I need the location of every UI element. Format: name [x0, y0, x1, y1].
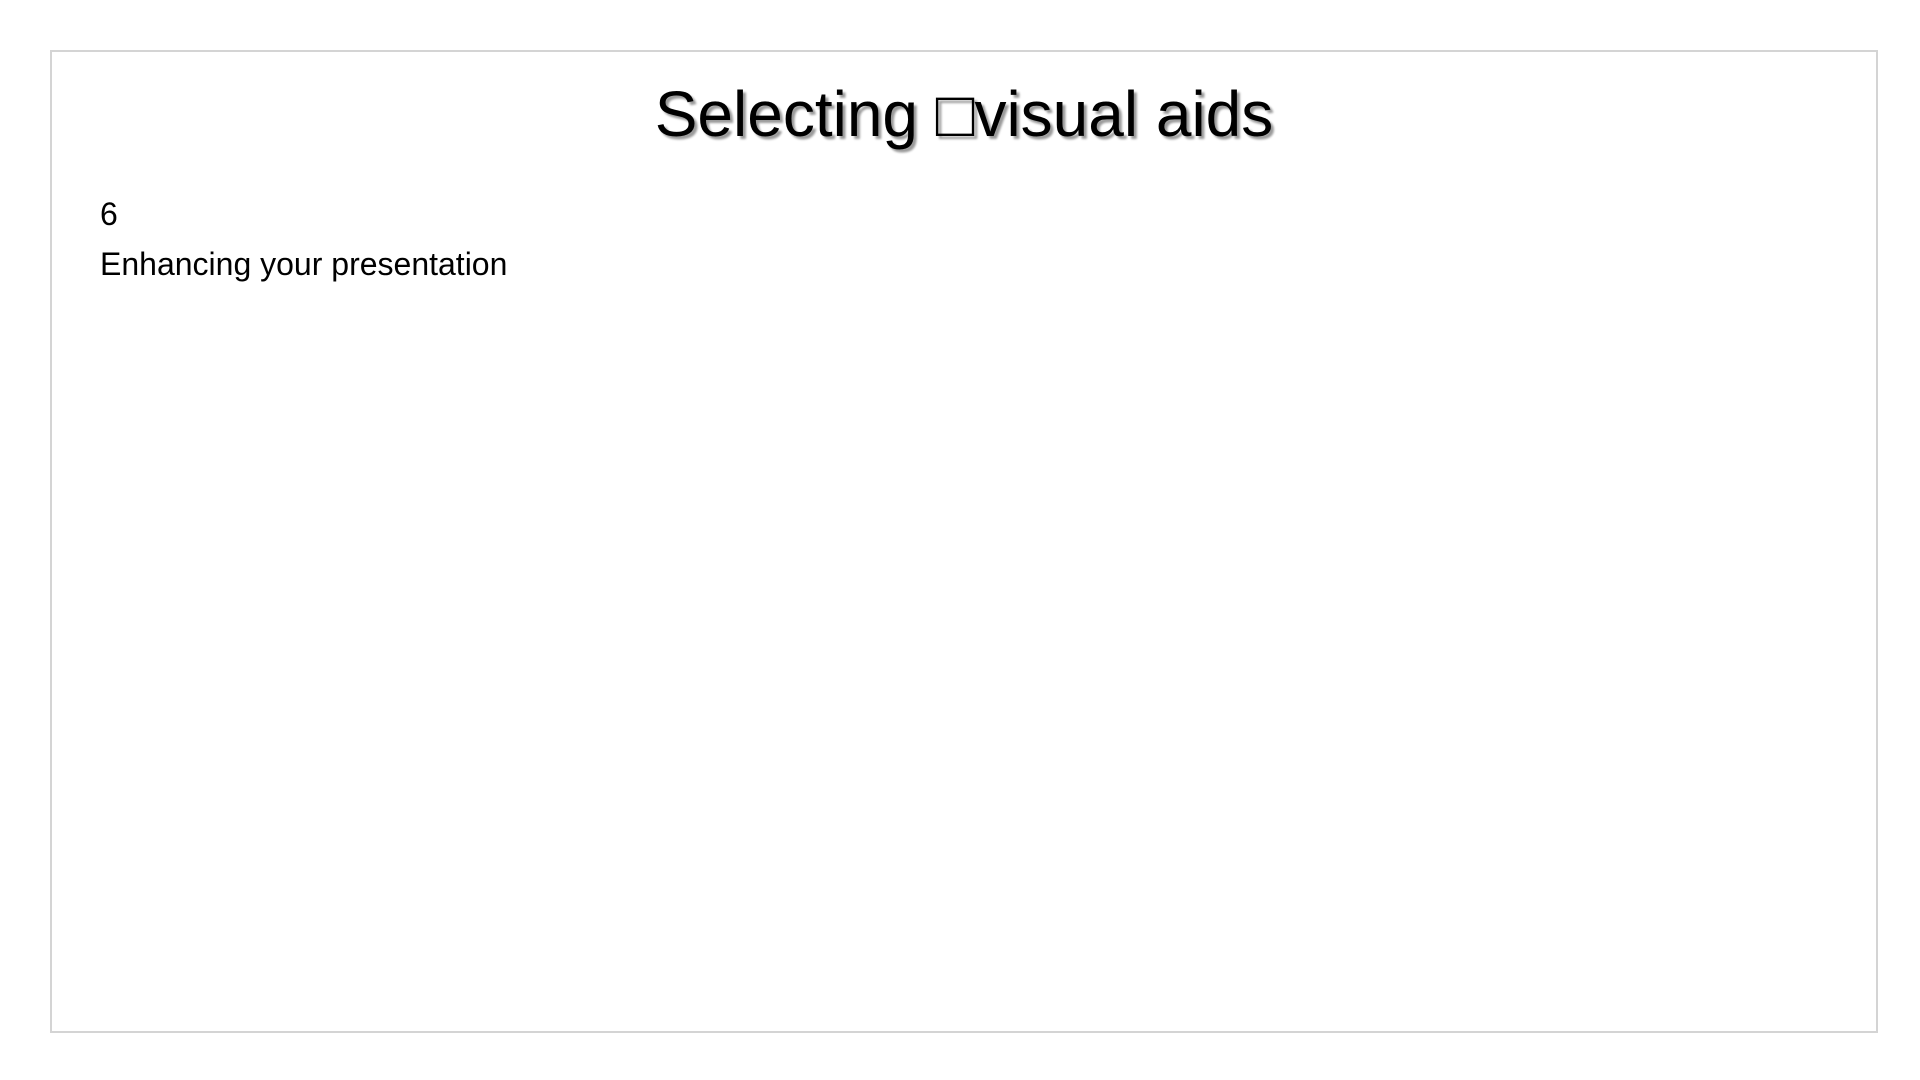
slide-body: 6 Enhancing your presentation — [100, 198, 507, 298]
slide-canvas: Selecting □visual aids 6 Enhancing your … — [50, 50, 1878, 1033]
slide-title: Selecting □visual aids — [654, 78, 1274, 150]
slide-number-text: 6 — [100, 196, 118, 232]
slide-body-text: Enhancing your presentation — [100, 246, 508, 282]
